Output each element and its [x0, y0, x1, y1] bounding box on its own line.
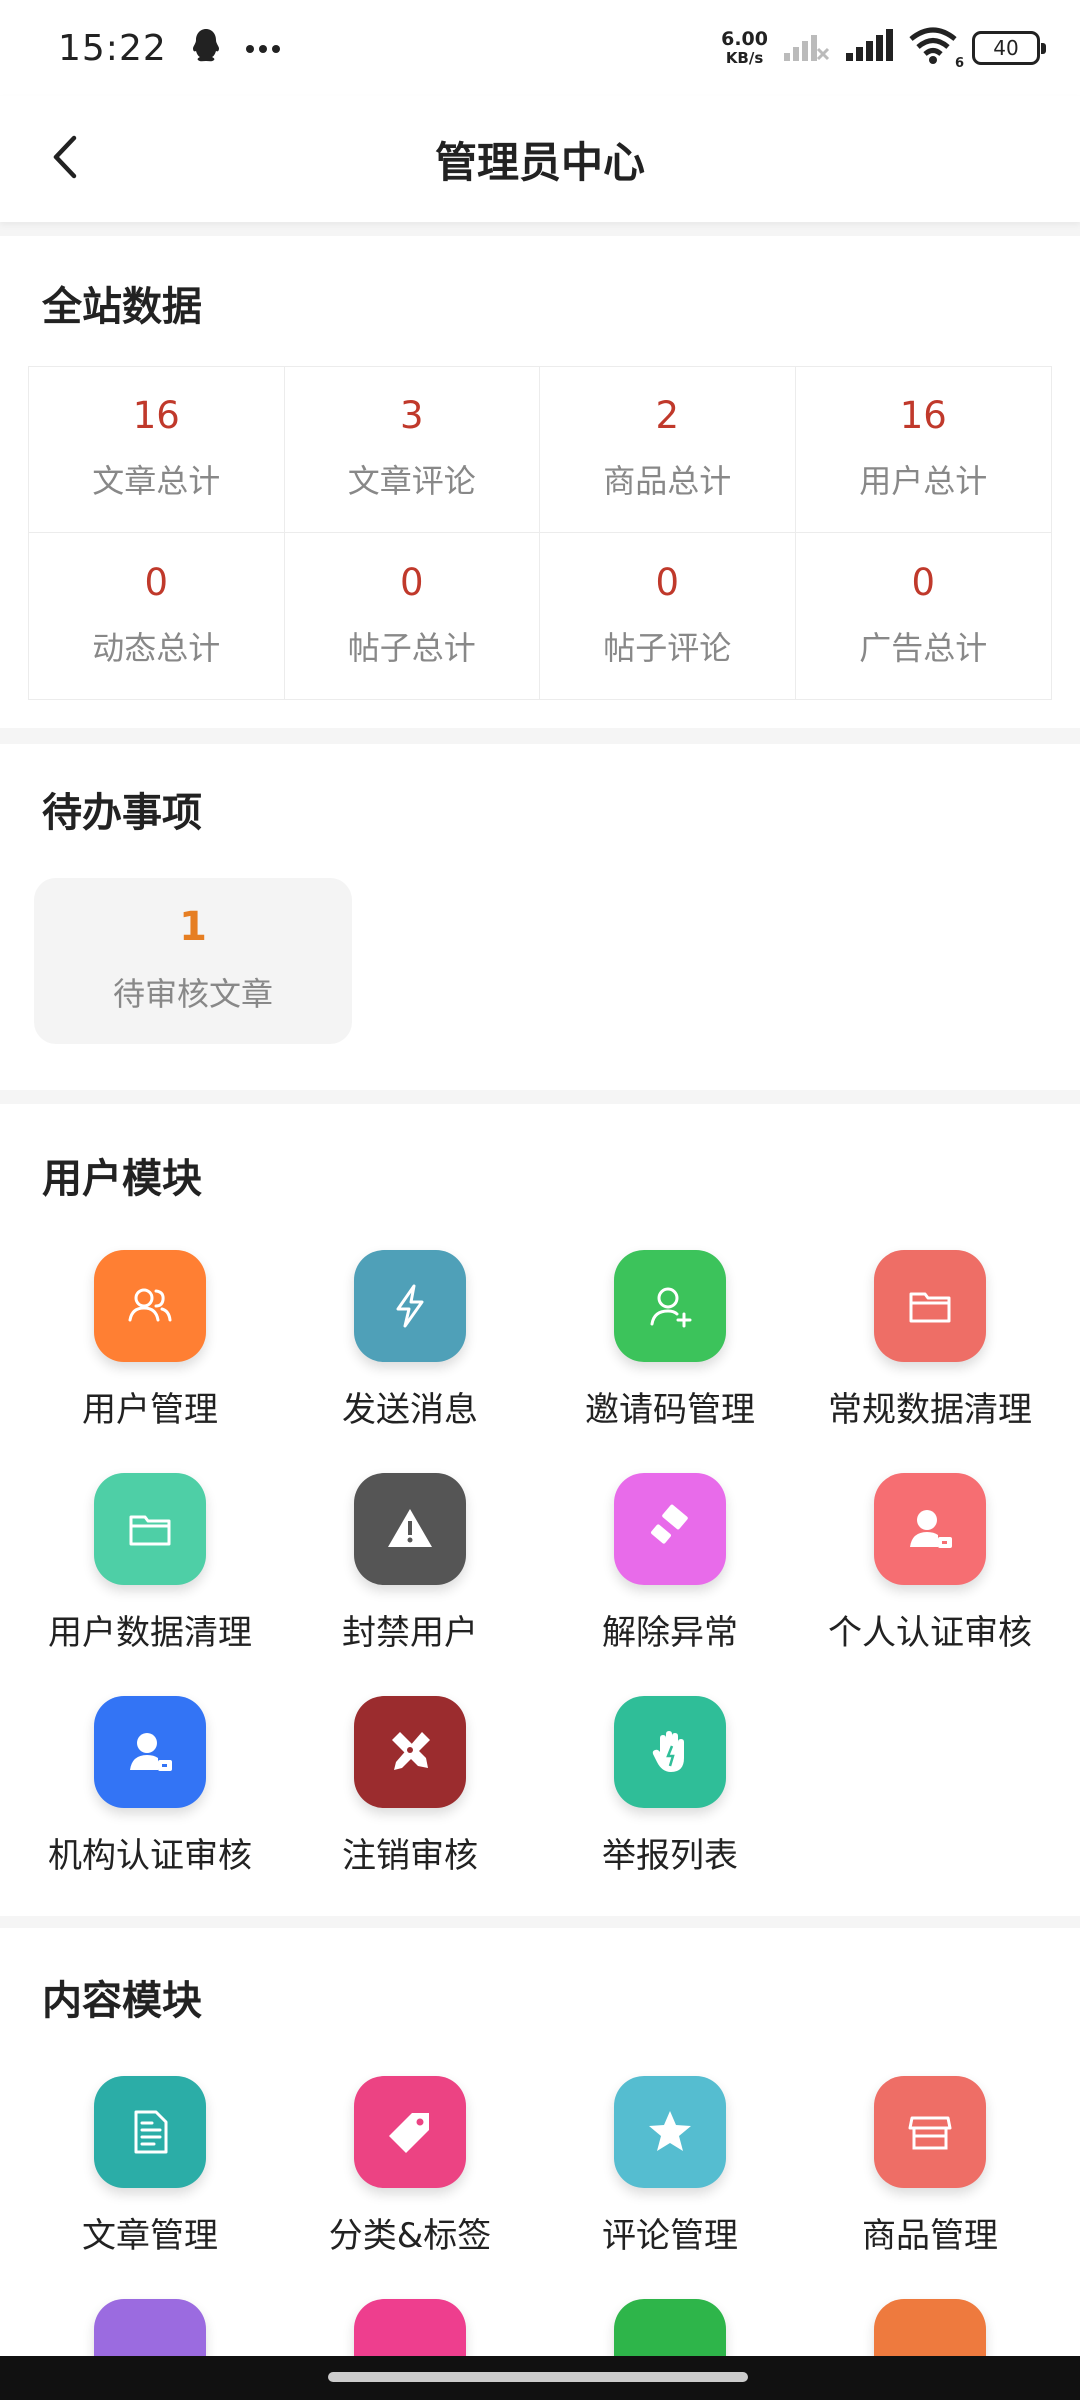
- network-speed: 6.00 KB/s: [721, 28, 768, 67]
- ban-user-button[interactable]: 封禁用户: [280, 1473, 540, 1654]
- user-module-title: 用户模块: [42, 1156, 202, 1202]
- nav-bar: 管理员中心: [0, 96, 1080, 222]
- eraser-icon: [614, 1473, 726, 1585]
- stat-value: 2: [655, 394, 680, 437]
- account-deletion-review-button[interactable]: 注销审核: [280, 1696, 540, 1877]
- stat-value: 3: [399, 394, 424, 437]
- todo-value: 1: [179, 904, 207, 950]
- item-label: 封禁用户: [342, 1613, 478, 1653]
- product-management-button[interactable]: 商品管理: [800, 2076, 1060, 2257]
- user-card-icon: [874, 1473, 986, 1585]
- todo-label: 待审核文章: [112, 975, 273, 1013]
- send-message-button[interactable]: 发送消息: [280, 1250, 540, 1431]
- stat-item-post-comments[interactable]: 0 帖子评论: [540, 533, 796, 699]
- item-label: 用户管理: [82, 1390, 218, 1430]
- stat-item-article-comments[interactable]: 3 文章评论: [284, 367, 540, 533]
- todo-title: 待办事项: [42, 790, 202, 836]
- signal-off-icon: [782, 29, 830, 67]
- shop-icon: [874, 2076, 986, 2188]
- item-label: 用户数据清理: [48, 1613, 252, 1653]
- item-label: 评论管理: [602, 2216, 738, 2256]
- battery-level: 40: [993, 36, 1019, 60]
- comment-management-button[interactable]: 评论管理: [540, 2076, 800, 2257]
- stat-item-ads[interactable]: 0 广告总计: [796, 533, 1052, 699]
- stat-item-users[interactable]: 16 用户总计: [795, 367, 1051, 533]
- signal-icon: [844, 29, 894, 67]
- stat-label: 帖子评论: [603, 628, 732, 667]
- article-management-button[interactable]: 文章管理: [20, 2076, 280, 2257]
- item-label: 解除异常: [602, 1613, 738, 1653]
- stat-value: 0: [655, 560, 680, 604]
- star-icon: [614, 2076, 726, 2188]
- hand-icon: [614, 1696, 726, 1808]
- report-list-button[interactable]: 举报列表: [540, 1696, 800, 1877]
- stat-value: 16: [899, 394, 947, 437]
- status-bar: 15:22 6.00 KB/s 6 40: [0, 0, 1080, 96]
- stat-item-articles[interactable]: 16 文章总计: [29, 367, 285, 533]
- stat-value: 16: [132, 394, 180, 437]
- item-label: 邀请码管理: [585, 1390, 755, 1430]
- content-module-title: 内容模块: [42, 1978, 202, 2024]
- stat-label: 文章总计: [92, 462, 221, 500]
- user-add-icon: [614, 1250, 726, 1362]
- gesture-bar: [0, 2356, 1080, 2400]
- stat-item-posts[interactable]: 0 帖子总计: [285, 533, 540, 699]
- chevron-left-icon: [50, 134, 80, 184]
- status-time: 15:22: [58, 27, 167, 69]
- home-indicator[interactable]: [328, 2372, 748, 2382]
- tag-icon: [354, 2076, 466, 2188]
- item-label: 举报列表: [602, 1836, 738, 1876]
- page-title: 管理员中心: [434, 137, 645, 187]
- stat-label: 动态总计: [92, 628, 221, 667]
- item-label: 发送消息: [342, 1390, 478, 1430]
- stat-item-moments[interactable]: 0 动态总计: [29, 533, 285, 699]
- item-label: 个人认证审核: [828, 1613, 1032, 1653]
- qq-icon: [189, 27, 223, 69]
- wifi-icon: 6: [908, 27, 964, 71]
- clear-anomaly-button[interactable]: 解除异常: [540, 1473, 800, 1654]
- item-label: 文章管理: [82, 2216, 218, 2256]
- personal-verification-button[interactable]: 个人认证审核: [800, 1473, 1060, 1654]
- lightning-icon: [354, 1250, 466, 1362]
- stat-value: 0: [399, 560, 424, 604]
- item-label: 常规数据清理: [828, 1390, 1032, 1430]
- org-verification-button[interactable]: 机构认证审核: [20, 1696, 280, 1877]
- stat-label: 广告总计: [859, 628, 988, 667]
- stat-label: 文章评论: [347, 462, 476, 500]
- regular-data-cleanup-button[interactable]: 常规数据清理: [800, 1250, 1060, 1431]
- folder-icon: [874, 1250, 986, 1362]
- content-module-grid: 文章管理 分类&标签 评论管理 商品管理: [20, 2076, 1060, 2400]
- wifi-badge: 6: [954, 56, 964, 71]
- battery-icon: 40: [972, 31, 1046, 65]
- users-icon: [94, 1250, 206, 1362]
- item-label: 注销审核: [342, 1836, 478, 1876]
- stat-value: 0: [911, 560, 936, 604]
- user-card-icon: [94, 1696, 206, 1808]
- stat-label: 帖子总计: [347, 628, 476, 667]
- category-tag-button[interactable]: 分类&标签: [280, 2076, 540, 2257]
- todo-pending-articles[interactable]: 1 待审核文章: [34, 878, 352, 1044]
- stats-grid: 16 文章总计 3 文章评论 2 商品总计 16 用户总计 0 动态总计 0 帖…: [28, 366, 1052, 700]
- user-management-button[interactable]: 用户管理: [20, 1250, 280, 1431]
- item-label: 商品管理: [862, 2216, 998, 2256]
- stat-value: 0: [144, 560, 169, 604]
- tools-icon: [354, 1696, 466, 1808]
- more-dots-icon: [245, 39, 281, 58]
- user-data-cleanup-button[interactable]: 用户数据清理: [20, 1473, 280, 1654]
- document-icon: [94, 2076, 206, 2188]
- folder-icon: [94, 1473, 206, 1585]
- back-button[interactable]: [30, 124, 100, 194]
- stat-item-products[interactable]: 2 商品总计: [540, 367, 796, 533]
- invite-code-button[interactable]: 邀请码管理: [540, 1250, 800, 1431]
- item-label: 分类&标签: [328, 2216, 492, 2256]
- item-label: 机构认证审核: [48, 1836, 252, 1876]
- user-module-grid: 用户管理 发送消息 邀请码管理 常规数据清理 用户数据清理 封禁用户 解除异常 …: [20, 1250, 1060, 1877]
- stat-label: 用户总计: [859, 462, 988, 500]
- warning-icon: [354, 1473, 466, 1585]
- stat-label: 商品总计: [603, 462, 732, 500]
- site-data-title: 全站数据: [42, 284, 202, 330]
